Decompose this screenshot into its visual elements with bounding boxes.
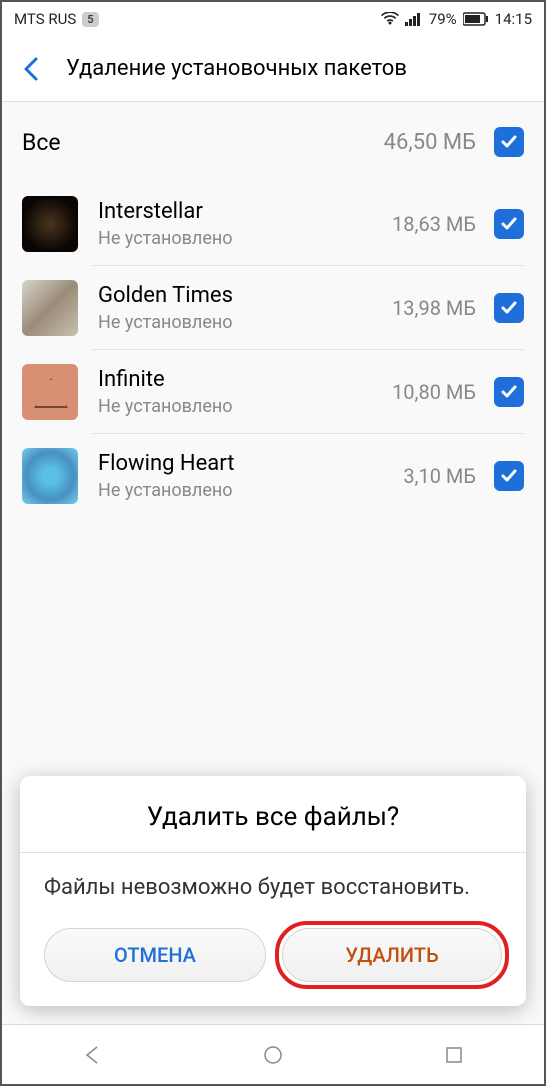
select-all-checkbox[interactable] [494, 127, 524, 157]
item-status: Не установлено [98, 228, 392, 249]
delete-button[interactable]: УДАЛИТЬ [282, 928, 502, 982]
signal-icon [405, 12, 423, 26]
item-status: Не установлено [98, 480, 403, 501]
confirm-dialog: Удалить все файлы? Файлы невозможно буде… [20, 776, 526, 1006]
app-icon [22, 448, 78, 504]
item-checkbox[interactable] [494, 293, 524, 323]
item-text: Flowing Heart Не установлено [98, 451, 403, 501]
sim-badge: 5 [82, 12, 98, 27]
select-all-label: Все [22, 129, 384, 156]
header: Удаление установочных пакетов [2, 36, 544, 102]
app-icon [22, 280, 78, 336]
dialog-title: Удалить все файлы? [20, 776, 526, 852]
item-text: Infinite Не установлено [98, 367, 392, 417]
item-name: Interstellar [98, 199, 392, 224]
list-item[interactable]: Golden Times Не установлено 13,98 МБ [2, 266, 544, 350]
item-name: Flowing Heart [98, 451, 403, 476]
item-size: 10,80 МБ [392, 380, 476, 404]
item-checkbox[interactable] [494, 377, 524, 407]
battery-icon [463, 12, 489, 26]
item-checkbox[interactable] [494, 209, 524, 239]
dialog-message: Файлы невозможно будет восстановить. [20, 853, 526, 928]
item-status: Не установлено [98, 312, 392, 333]
nav-bar [2, 1024, 544, 1084]
nav-back-button[interactable] [52, 1035, 132, 1075]
item-checkbox[interactable] [494, 461, 524, 491]
select-all-row[interactable]: Все 46,50 МБ [2, 102, 544, 182]
list-item[interactable]: Interstellar Не установлено 18,63 МБ [2, 182, 544, 266]
app-icon [22, 196, 78, 252]
carrier-label: MTS RUS [14, 10, 76, 28]
list-item[interactable]: Flowing Heart Не установлено 3,10 МБ [2, 434, 544, 518]
item-size: 18,63 МБ [392, 212, 476, 236]
cancel-button[interactable]: ОТМЕНА [44, 928, 266, 982]
dialog-overlay: Удалить все файлы? Файлы невозможно буде… [2, 758, 544, 1024]
battery-label: 79% [429, 10, 457, 28]
page-title: Удаление установочных пакетов [66, 56, 407, 81]
item-name: Infinite [98, 367, 392, 392]
item-text: Interstellar Не установлено [98, 199, 392, 249]
wifi-icon [381, 12, 399, 26]
nav-home-button[interactable] [233, 1035, 313, 1075]
nav-recent-button[interactable] [414, 1035, 494, 1075]
status-bar: MTS RUS 5 79% 14:15 [2, 2, 544, 36]
time-label: 14:15 [495, 10, 532, 28]
item-status: Не установлено [98, 396, 392, 417]
app-icon [22, 364, 78, 420]
item-size: 13,98 МБ [392, 296, 476, 320]
item-text: Golden Times Не установлено [98, 283, 392, 333]
item-name: Golden Times [98, 283, 392, 308]
total-size: 46,50 МБ [384, 130, 476, 155]
list-item[interactable]: Infinite Не установлено 10,80 МБ [2, 350, 544, 434]
item-size: 3,10 МБ [403, 464, 476, 488]
back-icon[interactable] [18, 55, 46, 83]
